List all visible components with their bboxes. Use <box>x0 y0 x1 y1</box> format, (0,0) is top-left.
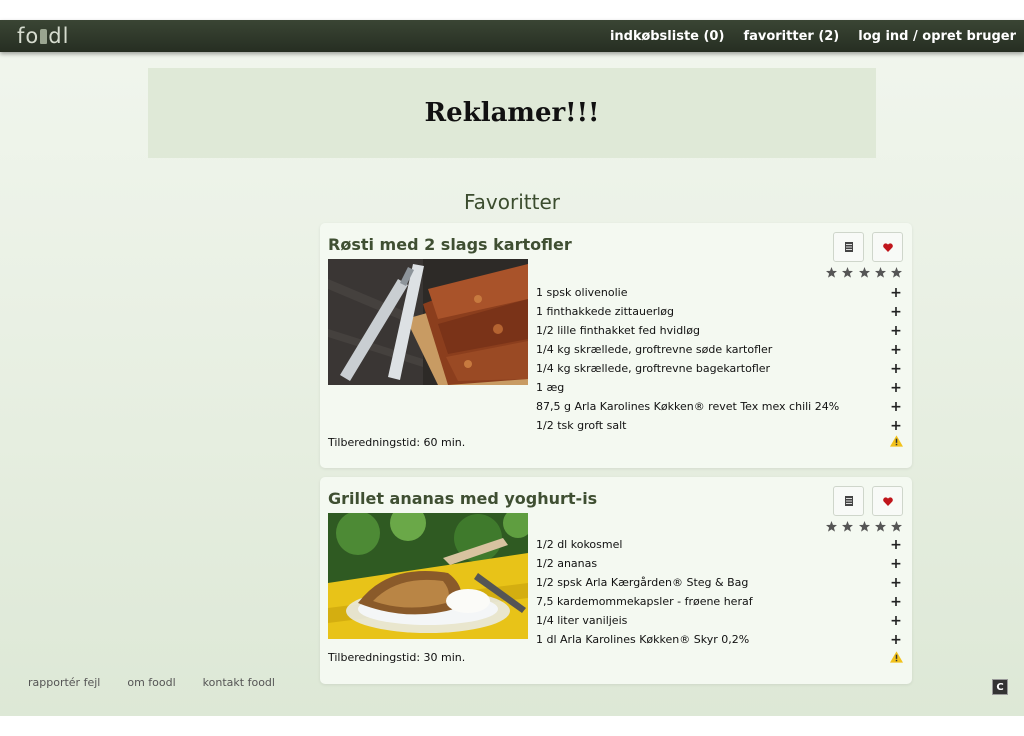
nav-links: indkøbsliste (0) favoritter (2) log ind … <box>591 20 1016 52</box>
ingredient-row: 1/4 kg skrællede, groftrevne bagekartofl… <box>536 359 902 378</box>
plus-icon[interactable]: + <box>890 304 902 320</box>
ingredient-text: 7,5 kardemommekapsler - frøene heraf <box>536 595 753 608</box>
star-icon[interactable] <box>858 267 870 278</box>
rating-stars[interactable] <box>826 521 902 533</box>
ad-banner[interactable]: Reklamer!!! <box>148 68 876 158</box>
recipe-title[interactable]: Røsti med 2 slags kartofler <box>328 235 572 254</box>
star-icon[interactable] <box>858 521 870 532</box>
ingredient-row: 1/4 liter vaniljeis + <box>536 611 902 630</box>
ingredient-text: 1/4 kg skrællede, groftrevne søde kartof… <box>536 343 773 356</box>
rating-stars[interactable] <box>826 267 902 279</box>
nav-shopping-list[interactable]: indkøbsliste (0) <box>610 29 725 44</box>
ingredient-text: 1/2 tsk groft salt <box>536 419 627 432</box>
list-icon <box>844 496 853 506</box>
star-icon[interactable] <box>842 267 854 278</box>
add-to-list-button[interactable] <box>833 232 864 262</box>
plus-icon[interactable]: + <box>890 613 902 629</box>
bottle-icon <box>40 29 48 44</box>
plus-icon[interactable]: + <box>890 361 902 377</box>
ingredient-list: 1/2 dl kokosmel + 1/2 ananas + 1/2 spsk Ar… <box>536 535 902 649</box>
recipe-photo[interactable] <box>328 259 528 385</box>
ingredient-text: 1 æg <box>536 381 565 394</box>
recipe-title[interactable]: Grillet ananas med yoghurt-is <box>328 489 597 508</box>
ingredient-text: 1 spsk olivenolie <box>536 286 628 299</box>
plus-icon[interactable]: + <box>890 594 902 610</box>
recipe-photo[interactable] <box>328 513 528 639</box>
heart-icon <box>882 496 893 506</box>
prep-time: Tilberedningstid: 60 min. <box>328 436 466 449</box>
plus-icon[interactable]: + <box>890 342 902 358</box>
prep-time: Tilberedningstid: 30 min. <box>328 651 466 664</box>
section-title: Favoritter <box>464 190 560 214</box>
ingredient-row: 1 dl Arla Karolines Køkken® Skyr 0,2% + <box>536 630 902 649</box>
footer-links: rapportér fejl om foodl kontakt foodl <box>28 676 302 689</box>
plus-icon[interactable]: + <box>890 380 902 396</box>
recipe-card: Grillet ananas med yoghurt-is 1/2 dl kok… <box>320 477 912 684</box>
plus-icon[interactable]: + <box>890 418 902 434</box>
ingredient-text: 87,5 g Arla Karolines Køkken® revet Tex … <box>536 400 840 413</box>
footer-about[interactable]: om foodl <box>127 676 175 689</box>
favorite-button[interactable] <box>872 232 903 262</box>
add-to-list-button[interactable] <box>833 486 864 516</box>
ingredient-row: 87,5 g Arla Karolines Køkken® revet Tex … <box>536 397 902 416</box>
nav-login[interactable]: log ind / opret bruger <box>858 29 1016 44</box>
footer-contact[interactable]: kontakt foodl <box>203 676 275 689</box>
warning-icon[interactable] <box>890 651 903 663</box>
plus-icon[interactable]: + <box>890 632 902 648</box>
ingredient-text: 1/2 spsk Arla Kærgården® Steg & Bag <box>536 576 749 589</box>
ingredient-row: 1/2 dl kokosmel + <box>536 535 902 554</box>
ingredient-row: 1 spsk olivenolie + <box>536 283 902 302</box>
plus-icon[interactable]: + <box>890 285 902 301</box>
star-icon[interactable] <box>891 521 902 532</box>
star-icon[interactable] <box>826 267 837 278</box>
recipe-card: Røsti med 2 slags kartofler 1 spsk olive… <box>320 223 912 468</box>
plus-icon[interactable]: + <box>890 323 902 339</box>
star-icon[interactable] <box>874 267 886 278</box>
ingredient-row: 1/2 spsk Arla Kærgården® Steg & Bag + <box>536 573 902 592</box>
nav-favorites[interactable]: favoritter (2) <box>743 29 839 44</box>
plus-icon[interactable]: + <box>890 556 902 572</box>
ingredient-row: 1/4 kg skrællede, groftrevne søde kartof… <box>536 340 902 359</box>
star-icon[interactable] <box>891 267 902 278</box>
top-navbar: fo dl indkøbsliste (0) favoritter (2) log… <box>0 20 1024 52</box>
ingredient-text: 1 dl Arla Karolines Køkken® Skyr 0,2% <box>536 633 750 646</box>
favorite-button[interactable] <box>872 486 903 516</box>
ingredient-list: 1 spsk olivenolie + 1 finthakkede zittaue… <box>536 283 902 435</box>
star-icon[interactable] <box>842 521 854 532</box>
warning-icon[interactable] <box>890 435 903 447</box>
plus-icon[interactable]: + <box>890 575 902 591</box>
ingredient-text: 1/2 dl kokosmel <box>536 538 623 551</box>
ingredient-row: 7,5 kardemommekapsler - frøene heraf + <box>536 592 902 611</box>
star-icon[interactable] <box>826 521 837 532</box>
star-icon[interactable] <box>874 521 886 532</box>
ingredient-row: 1/2 ananas + <box>536 554 902 573</box>
copyright-icon[interactable]: C <box>992 679 1008 695</box>
ingredient-text: 1/2 ananas <box>536 557 598 570</box>
ingredient-row: 1 æg + <box>536 378 902 397</box>
footer-report-bug[interactable]: rapportér fejl <box>28 676 100 689</box>
heart-icon <box>882 242 893 252</box>
ingredient-row: 1/2 tsk groft salt + <box>536 416 902 435</box>
ad-text: Reklamer!!! <box>424 98 600 128</box>
plus-icon[interactable]: + <box>890 399 902 415</box>
plus-icon[interactable]: + <box>890 537 902 553</box>
site-logo[interactable]: fo dl <box>17 24 69 48</box>
ingredient-text: 1/4 liter vaniljeis <box>536 614 628 627</box>
ingredient-text: 1/4 kg skrællede, groftrevne bagekartofl… <box>536 362 771 375</box>
ingredient-row: 1 finthakkede zittauerløg + <box>536 302 902 321</box>
ingredient-text: 1 finthakkede zittauerløg <box>536 305 675 318</box>
ingredient-text: 1/2 lille finthakket fed hvidløg <box>536 324 700 337</box>
ingredient-row: 1/2 lille finthakket fed hvidløg + <box>536 321 902 340</box>
list-icon <box>844 242 853 252</box>
